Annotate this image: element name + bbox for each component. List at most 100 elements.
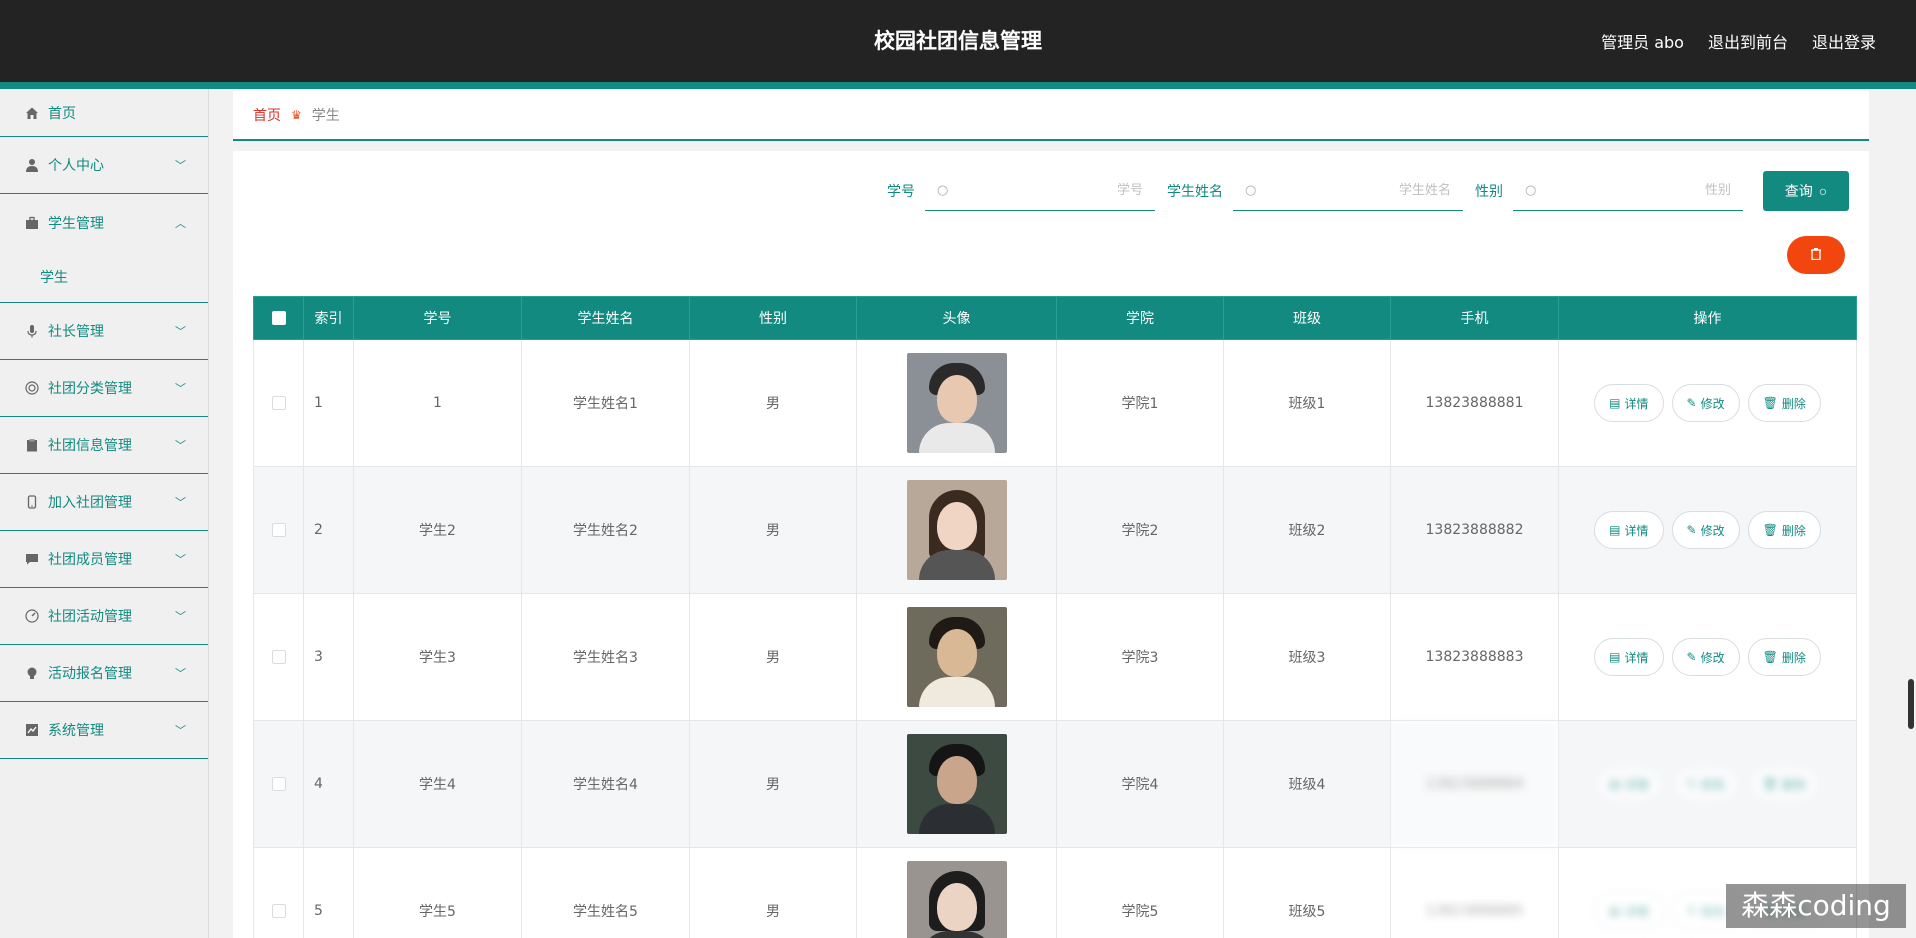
vertical-scrollbar[interactable] [1904,89,1916,938]
avatar [906,353,1007,453]
cell-gender: 男 [689,847,857,938]
cell-index: 1 [303,339,354,467]
sidebar-item-label: 加入社团管理 [48,495,132,511]
sidebar-item-label: 个人中心 [48,158,104,174]
query-button[interactable]: 查询 ○ [1763,171,1849,211]
delete-label: 删除 [1781,396,1806,411]
chevron-down-icon: ﹀ [175,159,186,172]
cell-phone: 13823888884 [1390,720,1559,848]
scrollbar-thumb[interactable] [1908,679,1914,729]
select-all-checkbox[interactable] [271,311,286,325]
sidebar-item-club-category[interactable]: 社团分类管理 ﹀ [0,360,208,417]
search-bar: 学号 ○ 学生姓名 ○ 性别 ○ 查询 ○ [887,171,1849,211]
sidebar-item-home[interactable]: 首页 [0,89,208,137]
cell-gender: 男 [689,720,857,848]
cell-class: 班级5 [1223,847,1391,938]
cell-avatar [856,720,1057,848]
exit-to-front-link[interactable]: 退出到前台 [1708,29,1788,53]
row-checkbox[interactable] [271,396,286,410]
mic-icon [24,323,40,339]
delete-button[interactable]: 🗑 删除 [1747,765,1821,803]
breadcrumb-separator-icon: ♛ [291,108,302,122]
detail-label: 详情 [1624,777,1649,792]
home-icon [24,105,40,121]
sidebar-subitem-student[interactable]: 学生 [0,251,208,303]
col-header: 头像 [856,296,1057,340]
chevron-down-icon: ﹀ [175,667,186,680]
student-table: 索引 学号 学生姓名 性别 头像 学院 班级 手机 操作 1 1 学生姓名1 男… [253,296,1857,938]
document-icon: ▤ [1609,523,1621,537]
logout-link[interactable]: 退出登录 [1812,29,1876,53]
col-header: 手机 [1390,296,1559,340]
search-icon: ○ [1245,183,1257,198]
sidebar-item-label: 活动报名管理 [48,666,132,682]
trash-icon: 🗑 [1762,650,1778,664]
sidebar-item-club-activities[interactable]: 社团活动管理 ﹀ [0,588,208,645]
gender-input[interactable] [1536,183,1731,198]
chevron-down-icon: ﹀ [175,439,186,452]
table-row: 3 学生3 学生姓名3 男 学院3 班级3 13823888883 ▤ 详情 ✎… [253,593,1857,721]
chevron-down-icon: ﹀ [175,724,186,737]
sidebar-item-personal-center[interactable]: 个人中心 ﹀ [0,137,208,194]
cell-actions: ▤ 详情 ✎ 修改 🗑 删除 [1558,593,1857,721]
detail-button[interactable]: ▤ 详情 [1594,892,1664,930]
sidebar-item-president-management[interactable]: 社长管理 ﹀ [0,303,208,360]
row-select-cell [253,466,304,594]
cell-college: 学院2 [1056,466,1224,594]
cell-phone: 13823888883 [1390,593,1559,721]
delete-button[interactable]: 🗑 删除 [1747,638,1821,676]
trash-icon [1810,247,1822,264]
col-header: 学院 [1056,296,1224,340]
chart-icon [24,722,40,738]
cell-college: 学院4 [1056,720,1224,848]
sidebar-item-join-club[interactable]: 加入社团管理 ﹀ [0,474,208,531]
search-icon: ○ [937,183,949,198]
detail-button[interactable]: ▤ 详情 [1594,638,1664,676]
sidebar-item-student-management[interactable]: 学生管理 ︿ [0,194,208,251]
student-name-input[interactable] [1256,183,1451,198]
sidebar-item-label: 社团活动管理 [48,609,132,625]
cell-phone: 13823888882 [1390,466,1559,594]
detail-button[interactable]: ▤ 详情 [1594,384,1664,422]
edit-label: 修改 [1700,650,1725,665]
delete-button[interactable]: 🗑 删除 [1747,384,1821,422]
student-name-label: 学生姓名 [1167,184,1223,200]
cell-gender: 男 [689,466,857,594]
batch-delete-button[interactable] [1787,236,1845,274]
student-id-input[interactable] [948,183,1143,198]
cell-avatar [856,466,1057,594]
cell-avatar [856,339,1057,467]
cell-class: 班级1 [1223,339,1391,467]
row-checkbox[interactable] [271,904,286,918]
pencil-icon: ✎ [1686,777,1697,791]
document-icon: ▤ [1609,904,1621,918]
trash-icon: 🗑 [1762,777,1778,791]
edit-label: 修改 [1700,396,1725,411]
edit-button[interactable]: ✎ 修改 [1671,384,1740,422]
breadcrumb-home-link[interactable]: 首页 [253,105,281,125]
edit-button[interactable]: ✎ 修改 [1671,511,1740,549]
col-header: 操作 [1558,296,1857,340]
cell-student-name: 学生姓名3 [521,593,690,721]
col-header: 索引 [303,296,354,340]
sidebar-item-club-info[interactable]: 社团信息管理 ﹀ [0,417,208,474]
delete-button[interactable]: 🗑 删除 [1747,511,1821,549]
detail-button[interactable]: ▤ 详情 [1594,511,1664,549]
sidebar-item-activity-signup[interactable]: 活动报名管理 ﹀ [0,645,208,702]
col-header: 学号 [353,296,522,340]
edit-button[interactable]: ✎ 修改 [1671,638,1740,676]
edit-button[interactable]: ✎ 修改 [1671,765,1740,803]
main-area: 首页 ♛ 学生 学号 ○ 学生姓名 ○ 性别 ○ 查询 ○ [209,89,1916,938]
cell-actions: ▤ 详情 ✎ 修改 🗑 删除 [1558,720,1857,848]
trash-icon: 🗑 [1762,396,1778,410]
avatar [906,734,1007,834]
row-checkbox[interactable] [271,650,286,664]
chevron-down-icon: ﹀ [175,382,186,395]
sidebar-item-club-members[interactable]: 社团成员管理 ﹀ [0,531,208,588]
row-checkbox[interactable] [271,523,286,537]
table-row: 2 学生2 学生姓名2 男 学院2 班级2 13823888882 ▤ 详情 ✎… [253,466,1857,594]
delete-label: 删除 [1781,777,1806,792]
detail-button[interactable]: ▤ 详情 [1594,765,1664,803]
row-checkbox[interactable] [271,777,286,791]
sidebar-item-system[interactable]: 系统管理 ﹀ [0,702,208,759]
